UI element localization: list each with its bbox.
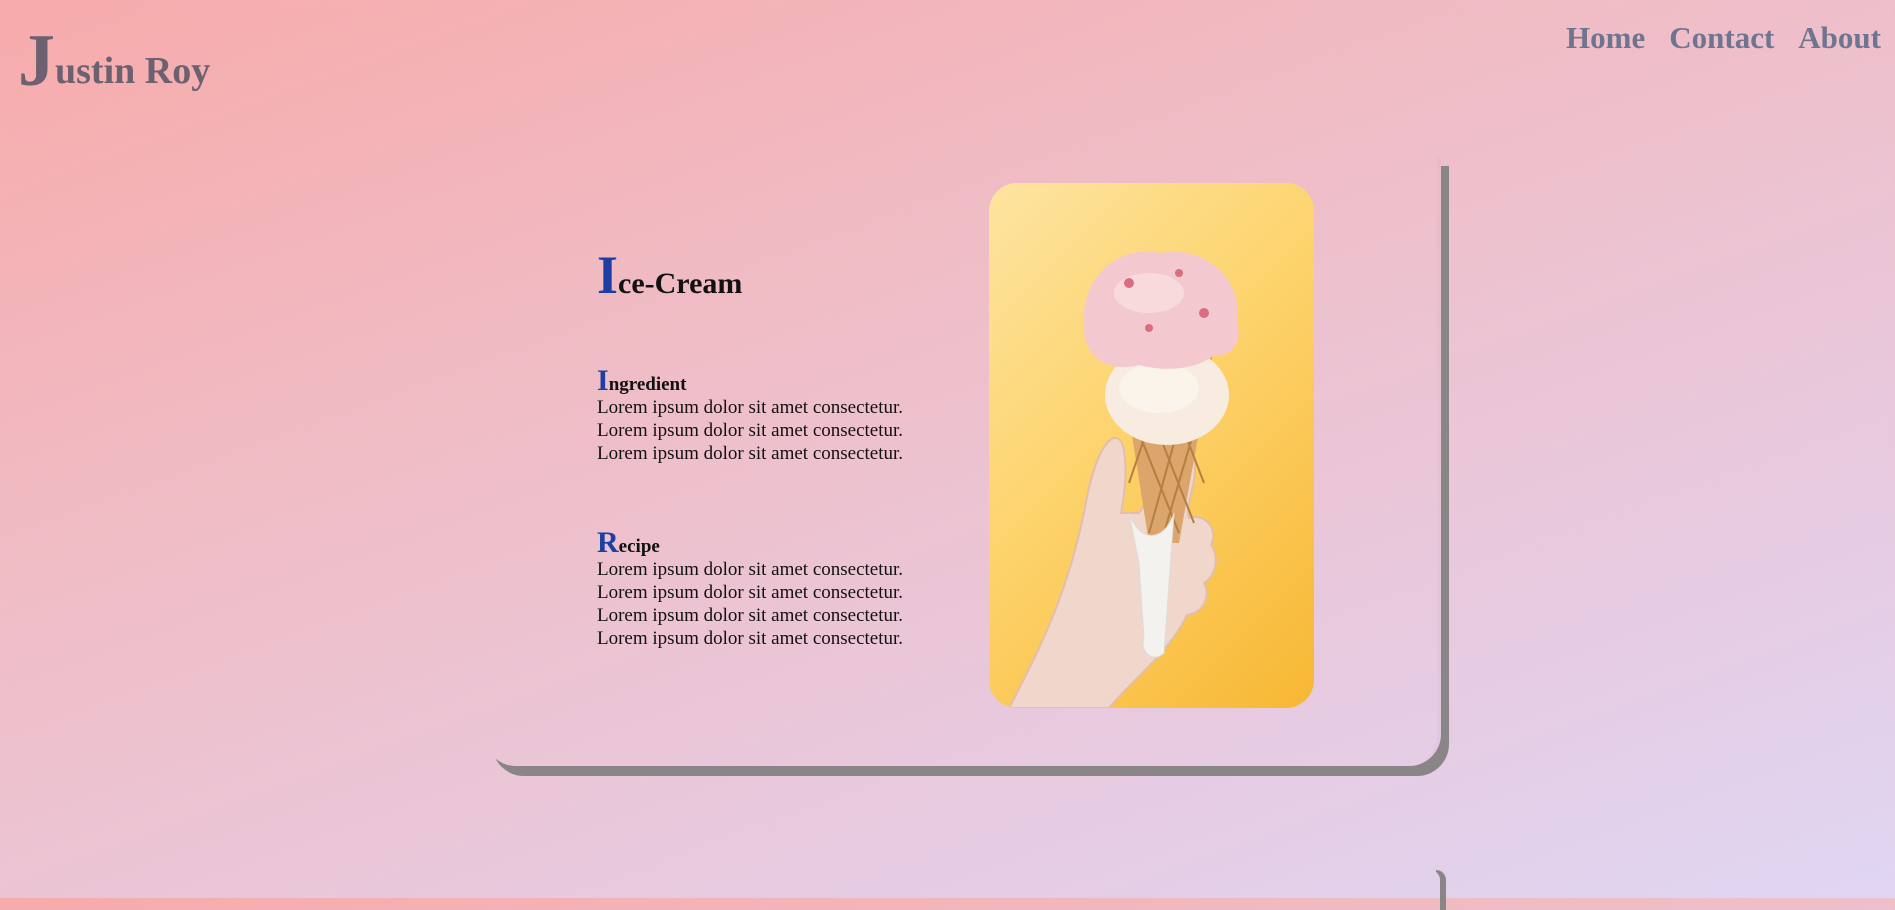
ingredient-initial: I: [597, 364, 609, 397]
title-initial: I: [597, 245, 619, 305]
ingredient-line: Lorem ipsum dolor sit amet consectetur.: [597, 443, 904, 464]
ice-cream-image: [989, 183, 1314, 708]
card-content: Ice-Cream Ingredient Lorem ipsum dolor s…: [597, 248, 957, 650]
card-title: Ice-Cream: [597, 248, 957, 302]
recipe-line: Lorem ipsum dolor sit amet consectetur.: [597, 582, 904, 603]
ice-cream-cone-icon: [1007, 251, 1239, 708]
ingredient-line: Lorem ipsum dolor sit amet consectetur.: [597, 420, 904, 441]
site-logo[interactable]: Justin Roy: [18, 24, 210, 98]
ingredient-heading-rest: ngredient: [608, 374, 687, 395]
recipe-line: Lorem ipsum dolor sit amet consectetur.: [597, 559, 904, 580]
nav-contact-link[interactable]: Contact: [1669, 22, 1774, 53]
ingredient-line: Lorem ipsum dolor sit amet consectetur.: [597, 397, 904, 418]
title-rest: ce-Cream: [618, 267, 743, 300]
recipe-heading: Recipe: [597, 528, 957, 558]
recipe-initial: R: [597, 526, 619, 559]
nav-about-link[interactable]: About: [1798, 22, 1881, 53]
logo-text: ustin Roy: [55, 50, 211, 92]
ingredient-section: Ingredient Lorem ipsum dolor sit amet co…: [597, 366, 957, 465]
ingredient-heading: Ingredient: [597, 366, 957, 396]
recipe-line: Lorem ipsum dolor sit amet consectetur.: [597, 605, 904, 626]
recipe-heading-rest: ecipe: [618, 536, 660, 557]
recipe-section: Recipe Lorem ipsum dolor sit amet consec…: [597, 528, 957, 650]
nav-home-link[interactable]: Home: [1566, 22, 1645, 53]
next-card-edge: [1430, 870, 1440, 910]
recipe-line: Lorem ipsum dolor sit amet consectetur.: [597, 628, 904, 649]
logo-initial: J: [18, 20, 55, 102]
top-nav: Home Contact About: [1566, 22, 1881, 53]
